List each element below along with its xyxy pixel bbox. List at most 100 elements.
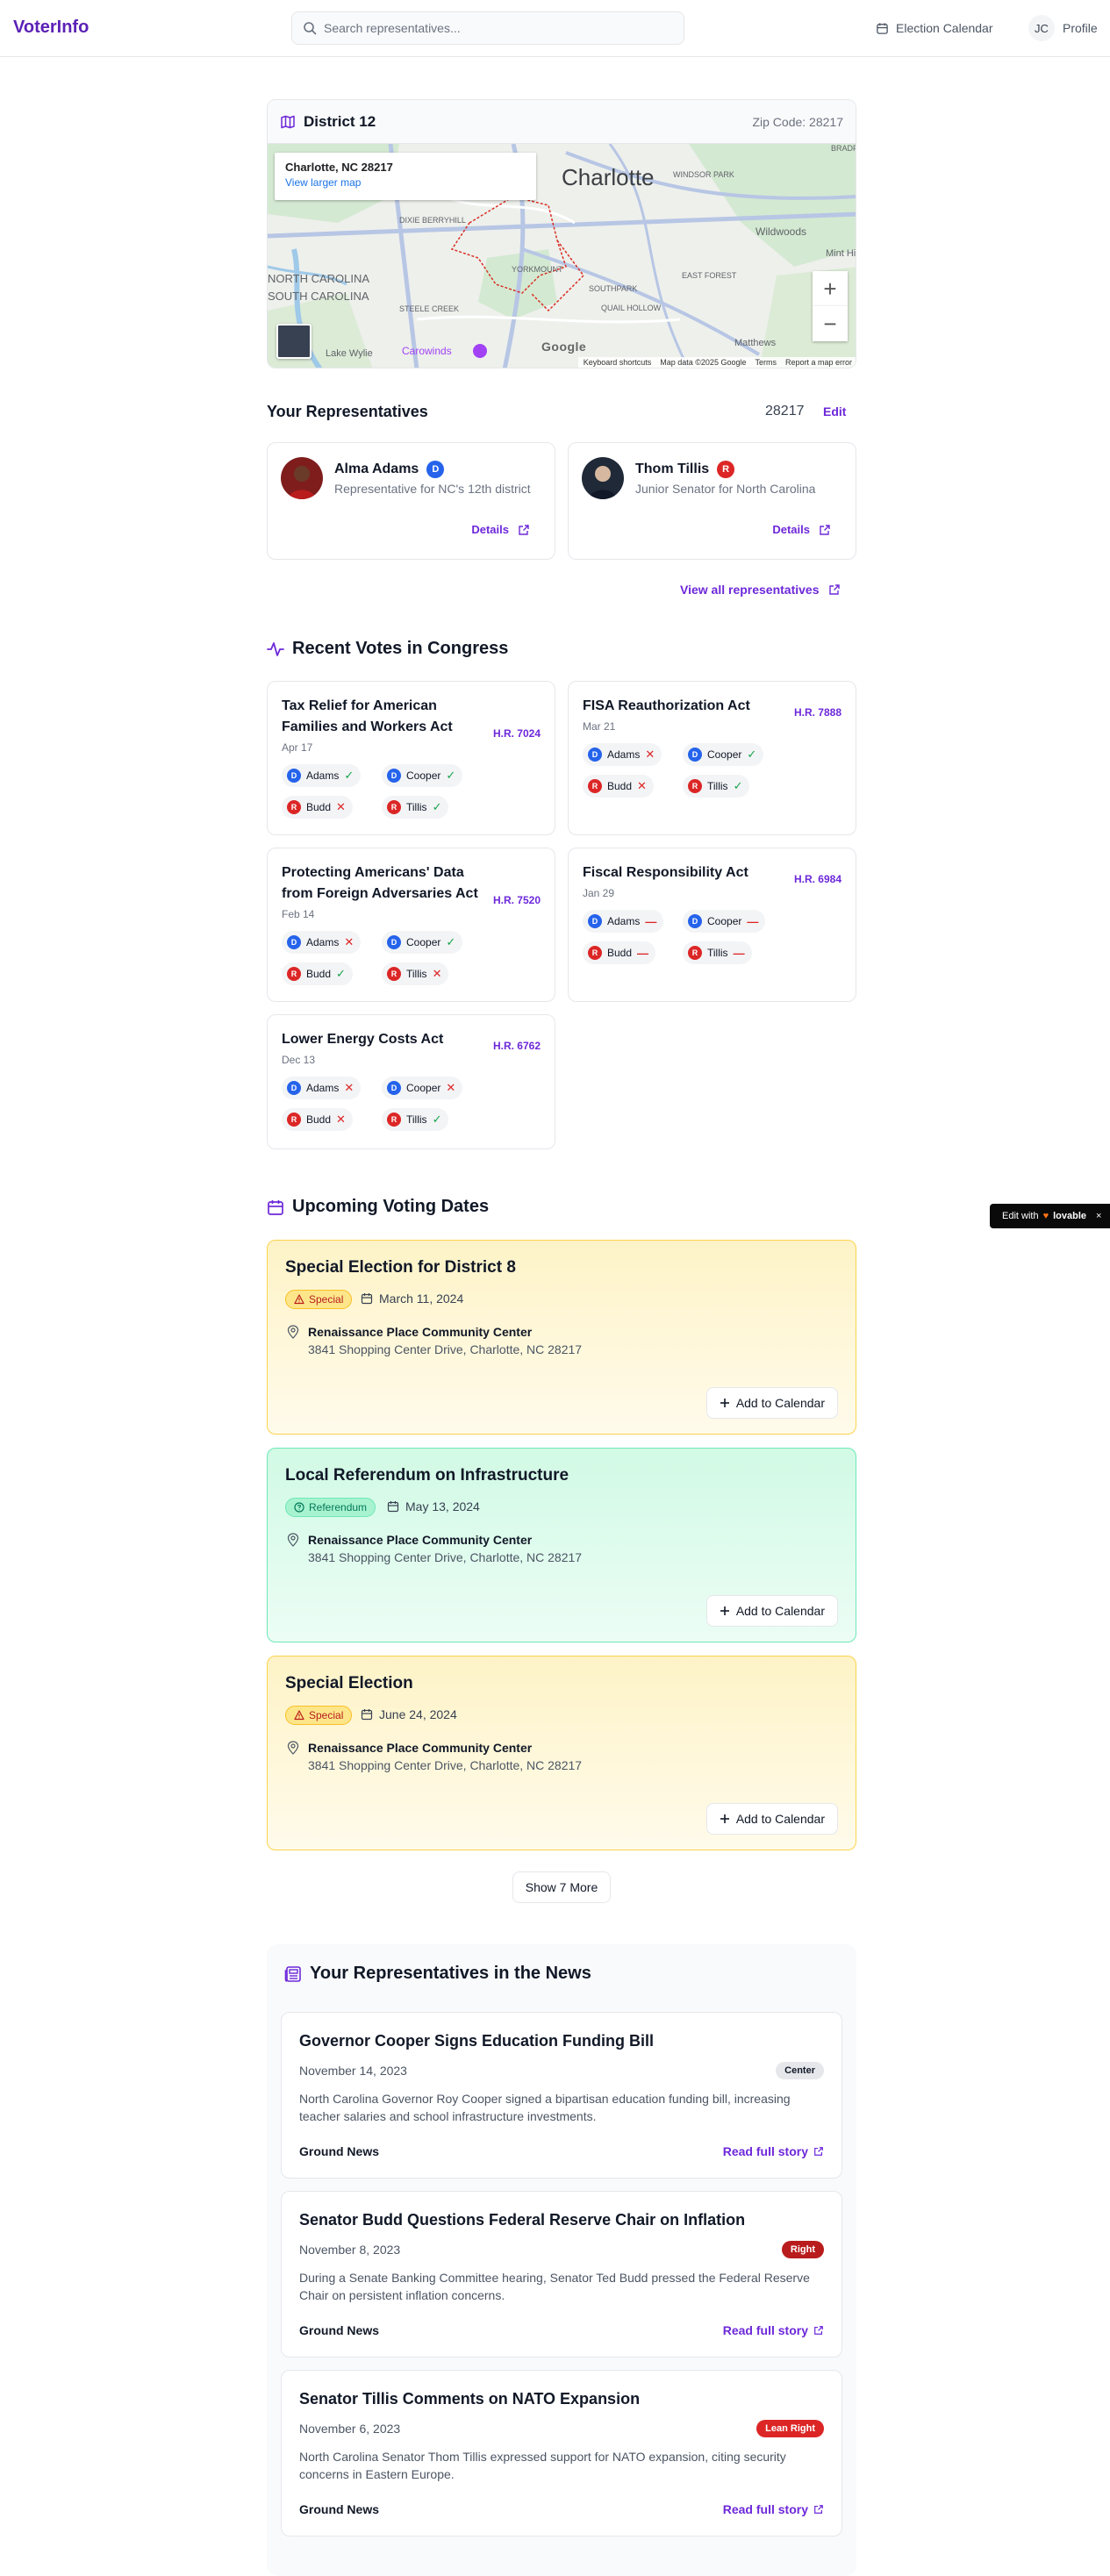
- check-icon: ✓: [432, 1113, 442, 1126]
- view-larger-map-link[interactable]: View larger map: [285, 176, 526, 189]
- dash-icon: —: [747, 914, 759, 928]
- close-icon[interactable]: ×: [1096, 1211, 1101, 1221]
- representatives-zip: 28217: [765, 404, 805, 419]
- edit-with-lovable-badge[interactable]: Edit with ♥ lovable ×: [990, 1204, 1110, 1228]
- vote-chip-tillis: R Tillis ✓: [382, 1108, 449, 1131]
- recent-votes-header: Recent Votes in Congress: [267, 639, 508, 659]
- vote-date: Jan 29: [583, 887, 615, 899]
- external-link-icon: [813, 2325, 824, 2336]
- avatar: JC: [1028, 15, 1055, 41]
- zoom-out-button[interactable]: −: [813, 306, 848, 341]
- search-input[interactable]: [324, 12, 675, 44]
- election-title: Special Election: [285, 1674, 413, 1692]
- newspaper-icon: [284, 1965, 302, 1983]
- google-logo: Google: [541, 340, 587, 354]
- bill-number[interactable]: H.R. 7888: [794, 706, 841, 719]
- zoom-in-button[interactable]: +: [813, 271, 848, 306]
- vote-card[interactable]: Lower Energy Costs Act Dec 13 H.R. 6762 D Ad…: [267, 1014, 555, 1149]
- vote-chip-budd: R Budd —: [583, 941, 656, 964]
- party-badge-republican: R: [387, 800, 401, 814]
- news-title[interactable]: Governor Cooper Signs Education Funding …: [299, 2032, 654, 2050]
- party-badge-republican: R: [287, 800, 301, 814]
- member-name: Budd: [607, 947, 633, 959]
- bill-number[interactable]: H.R. 7520: [493, 894, 541, 906]
- edit-zip-button[interactable]: Edit: [823, 404, 846, 419]
- member-name: Tillis: [707, 780, 728, 792]
- read-full-story-link[interactable]: Read full story: [723, 2144, 824, 2158]
- voting-dates-header: Upcoming Voting Dates: [267, 1197, 489, 1217]
- bill-number[interactable]: H.R. 7024: [493, 727, 541, 740]
- vote-card[interactable]: Protecting Americans' Data from Foreign …: [267, 848, 555, 1002]
- search-box[interactable]: [291, 11, 684, 45]
- svg-text:Lake Wylie: Lake Wylie: [326, 348, 373, 359]
- vote-card[interactable]: Fiscal Responsibility Act Jan 29 H.R. 6984…: [568, 848, 856, 1002]
- add-to-calendar-button[interactable]: Add to Calendar: [705, 1803, 838, 1835]
- vote-card[interactable]: Tax Relief for American Families and Wor…: [267, 681, 555, 835]
- rep-details-link[interactable]: Details: [471, 523, 530, 536]
- map-location-title: Charlotte, NC 28217: [285, 161, 393, 174]
- vote-title: Protecting Americans' Data from Foreign …: [282, 865, 478, 901]
- svg-text:EAST FOREST: EAST FOREST: [682, 271, 737, 280]
- dash-icon: —: [637, 946, 649, 960]
- vote-title: Fiscal Responsibility Act: [583, 865, 748, 880]
- terms-link[interactable]: Terms: [755, 358, 777, 368]
- read-full-story-link[interactable]: Read full story: [723, 2323, 824, 2337]
- external-link-icon: [828, 583, 841, 596]
- vote-card[interactable]: FISA Reauthorization Act Mar 21 H.R. 7888 D…: [568, 681, 856, 835]
- map-info-window: Charlotte, NC 28217 View larger map: [275, 153, 536, 200]
- news-card: Governor Cooper Signs Education Funding …: [281, 2012, 842, 2179]
- svg-text:STEELE CREEK: STEELE CREEK: [399, 304, 459, 313]
- news-title[interactable]: Senator Tillis Comments on NATO Expansio…: [299, 2390, 640, 2408]
- party-badge-democrat: D: [287, 769, 301, 783]
- report-error-link[interactable]: Report a map error: [785, 358, 852, 368]
- add-to-calendar-button[interactable]: Add to Calendar: [705, 1387, 838, 1419]
- party-badge-republican: R: [688, 779, 702, 793]
- x-icon: ✕: [336, 1113, 346, 1126]
- party-badge-republican: R: [588, 946, 602, 960]
- show-more-button[interactable]: Show 7 More: [512, 1871, 611, 1903]
- member-name: Cooper: [707, 915, 742, 927]
- district-header: District 12 Zip Code: 28217: [268, 100, 856, 144]
- party-badge-democrat: D: [588, 914, 602, 928]
- bill-number[interactable]: H.R. 6984: [794, 873, 841, 885]
- rep-card-tillis[interactable]: Thom Tillis R Junior Senator for North C…: [568, 442, 856, 560]
- election-type-tag: Referendum: [285, 1498, 376, 1517]
- view-all-representatives-link[interactable]: View all representatives: [680, 583, 841, 597]
- rep-role: Junior Senator for North Carolina: [635, 482, 816, 496]
- location-address: 3841 Shopping Center Drive, Charlotte, N…: [308, 1758, 583, 1772]
- bill-number[interactable]: H.R. 6762: [493, 1040, 541, 1052]
- embedded-map[interactable]: Charlotte WINDSOR PARK DIXIE BERRYHILL W…: [268, 144, 856, 368]
- map-type-toggle[interactable]: [276, 324, 312, 359]
- calendar-icon: [361, 1292, 373, 1305]
- member-name: Budd: [607, 780, 633, 792]
- news-date: November 14, 2023: [299, 2064, 407, 2078]
- election-calendar-link[interactable]: Election Calendar: [876, 19, 993, 37]
- add-to-calendar-button[interactable]: Add to Calendar: [705, 1595, 838, 1627]
- location-name: Renaissance Place Community Center: [308, 1741, 533, 1755]
- rep-name: Alma Adams D: [334, 461, 445, 478]
- representatives-title: Your Representatives: [267, 403, 428, 420]
- news-title[interactable]: Senator Budd Questions Federal Reserve C…: [299, 2211, 745, 2229]
- search-icon: [303, 21, 317, 35]
- party-badge-republican: R: [717, 461, 735, 478]
- rep-details-link[interactable]: Details: [772, 523, 831, 536]
- vote-title: Lower Energy Costs Act: [282, 1032, 444, 1047]
- member-name: Budd: [306, 801, 332, 813]
- party-badge-democrat: D: [426, 461, 445, 478]
- bias-badge: Lean Right: [756, 2420, 824, 2437]
- member-name: Budd: [306, 968, 332, 980]
- read-full-story-link[interactable]: Read full story: [723, 2502, 824, 2516]
- x-icon: ✕: [645, 748, 655, 761]
- svg-text:SOUTHPARK: SOUTHPARK: [589, 284, 637, 293]
- check-icon: ✓: [344, 769, 354, 782]
- app-logo[interactable]: VoterInfo: [13, 18, 89, 38]
- rep-photo: [582, 457, 624, 499]
- bias-badge: Center: [776, 2062, 824, 2079]
- news-source: Ground News: [299, 2502, 380, 2516]
- profile-menu[interactable]: JC Profile: [1028, 15, 1098, 41]
- vote-date: Dec 13: [282, 1054, 316, 1066]
- member-name: Adams: [306, 936, 340, 948]
- rep-card-adams[interactable]: Alma Adams D Representative for NC's 12t…: [267, 442, 555, 560]
- vote-chip-adams: D Adams ✓: [282, 764, 362, 787]
- keyboard-shortcuts-link[interactable]: Keyboard shortcuts: [584, 358, 652, 368]
